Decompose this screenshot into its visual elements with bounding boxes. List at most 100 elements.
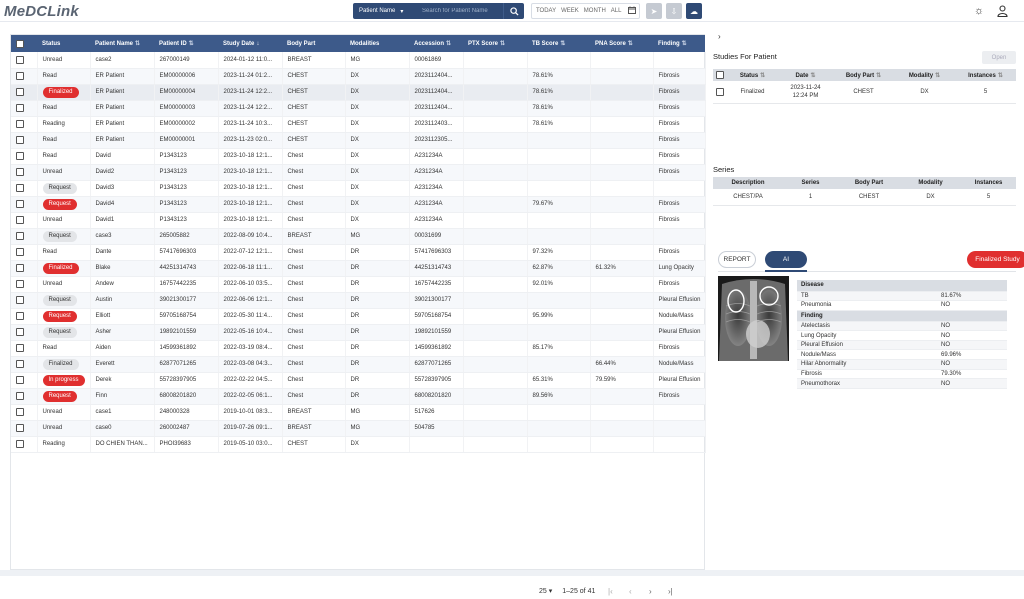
table-row[interactable]: Unread case2 267000149 2024-01-12 11:0... BR… [11,52,706,69]
column-header[interactable]: Patient ID ⇅ [154,35,218,52]
download-button[interactable]: ⇩ [666,3,682,19]
table-row[interactable]: Finalized ER Patient EM00000004 2023-11-24 … [11,84,706,101]
row-checkbox[interactable] [16,216,24,224]
row-checkbox[interactable] [16,328,24,336]
table-row[interactable]: Unread case0 260002487 2019-07-26 09:1... BR… [11,420,706,437]
finalized-study-button[interactable]: Finalized Study [967,251,1024,268]
date-filter-all[interactable]: ALL [611,8,622,14]
row-select-cell [11,308,38,325]
row-checkbox[interactable] [716,87,724,96]
row-checkbox[interactable] [16,360,24,368]
table-row[interactable]: Unread Andew 16757442235 2022-06-10 03:5...… [11,276,706,293]
row-checkbox[interactable] [16,55,24,64]
send-button[interactable]: ➤ [646,3,662,19]
select-all-checkbox[interactable] [716,71,724,79]
column-header[interactable]: Status [37,35,90,52]
table-row[interactable]: Request Austin 39021300177 2022-06-06 12:1.… [11,292,706,309]
row-checkbox[interactable] [16,264,24,272]
calendar-icon[interactable] [628,6,637,16]
row-checkbox[interactable] [16,424,24,432]
table-row[interactable]: Read Aiden 14599361892 2022-03-19 08:4... Ch… [11,340,706,357]
open-study-button[interactable]: Open [982,51,1016,64]
row-checkbox[interactable] [16,296,24,304]
row-checkbox[interactable] [16,184,24,192]
select-all-header[interactable] [713,69,727,81]
collapse-panel-icon[interactable]: › [718,32,721,41]
select-all-header[interactable] [11,35,37,52]
column-header[interactable]: Modality ⇅ [894,69,955,81]
row-checkbox[interactable] [16,440,24,448]
row-checkbox[interactable] [16,408,24,416]
row-checkbox[interactable] [16,104,24,112]
row-checkbox[interactable] [16,152,24,160]
row-checkbox[interactable] [16,392,24,400]
row-checkbox[interactable] [16,280,24,288]
date-filter-today[interactable]: TODAY [536,8,556,14]
table-row[interactable]: Read David P1343123 2023-10-18 12:1... Chest… [11,148,706,165]
table-row[interactable]: Unread David1 P1343123 2023-10-18 12:1... Ch… [11,212,706,229]
table-row[interactable]: Unread David2 P1343123 2023-10-18 12:1... Ch… [11,164,706,181]
table-row[interactable]: Request David4 P1343123 2023-10-18 12:1... C… [11,196,706,213]
table-row[interactable]: Finalized Blake 44251314743 2022-06-18 11:1… [11,260,706,277]
table-row[interactable]: Unread case1 248000328 2019-10-01 08:3... BR… [11,404,706,421]
date-filter-month[interactable]: MONTH [584,8,606,14]
table-row[interactable]: Read ER Patient EM00000001 2023-11-23 02:0.… [11,132,706,149]
tab-ai[interactable]: AI [765,251,807,268]
row-checkbox[interactable] [16,88,24,96]
search-type-dropdown[interactable]: Patient Name ▾ [353,3,415,19]
table-row[interactable]: Read ER Patient EM00000003 2023-11-24 12:2.… [11,100,706,117]
row-checkbox[interactable] [16,248,24,256]
table-row[interactable]: Request Finn 68008201820 2022-02-05 06:1...… [11,388,706,405]
tab-report[interactable]: REPORT [718,251,756,268]
prev-page-icon[interactable]: ‹ [625,587,635,596]
column-header[interactable]: Finding ⇅ [653,35,705,52]
row-checkbox[interactable] [16,344,24,352]
row-select-cell[interactable] [713,81,727,104]
search-button[interactable] [503,3,524,19]
theme-toggle-icon[interactable]: ☼ [972,4,986,18]
row-checkbox[interactable] [16,72,24,80]
row-checkbox[interactable] [16,168,24,176]
row-checkbox[interactable] [16,232,24,240]
user-account-icon[interactable] [995,4,1009,18]
column-header[interactable]: PTX Score ⇅ [463,35,527,52]
next-page-icon[interactable]: › [645,587,655,596]
row-checkbox[interactable] [16,120,24,128]
column-header[interactable]: Accession ⇅ [409,35,463,52]
column-header[interactable]: Date ⇅ [778,69,833,81]
last-page-icon[interactable]: ›| [665,587,675,596]
table-row[interactable]: CHEST/PA 1 CHEST DX 5 [713,189,1016,206]
table-row[interactable]: Finalized Everett 62877071265 2022-03-08 04… [11,356,706,373]
table-row[interactable]: Request Asher 19892101559 2022-05-16 10:4..… [11,324,706,341]
chest-xray-thumbnail[interactable] [718,276,789,361]
column-header[interactable]: Body Part ⇅ [833,69,894,81]
cloud-upload-button[interactable]: ☁ [686,3,702,19]
table-row[interactable]: Read Dante 57417696303 2022-07-12 12:1... Ch… [11,244,706,261]
column-header[interactable]: TB Score ⇅ [527,35,590,52]
column-header[interactable]: Patient Name ⇅ [90,35,154,52]
column-header[interactable]: Modalities [345,35,409,52]
column-header[interactable]: Status ⇅ [727,69,778,81]
patient-name-cell: David2 [90,164,155,181]
column-header[interactable]: Study Date ↓ [218,35,282,52]
table-row[interactable]: In progress Derek 55728397905 2022-02-22 04… [11,372,706,389]
table-row[interactable]: Request Elliott 59705168754 2022-05-30 11:4… [11,308,706,325]
rows-per-page-select[interactable]: 25 ▾ [539,587,552,595]
table-row[interactable]: Request David3 P1343123 2023-10-18 12:1... C… [11,180,706,197]
table-row[interactable]: Reading ER Patient EM00000002 2023-11-24 10… [11,116,706,133]
row-checkbox[interactable] [16,376,24,384]
column-header[interactable]: Instances ⇅ [955,69,1016,81]
row-checkbox[interactable] [16,312,24,320]
search-input[interactable] [415,3,503,19]
select-all-checkbox[interactable] [16,39,24,48]
row-checkbox[interactable] [16,136,24,144]
column-header[interactable]: Body Part [282,35,345,52]
first-page-icon[interactable]: |‹ [605,587,615,596]
table-row[interactable]: Reading DO CHIEN THAN... PHOI39683 2019-05-… [11,436,706,453]
table-row[interactable]: Request case3 265005882 2022-08-09 10:4... B… [11,228,706,245]
row-checkbox[interactable] [16,200,24,208]
table-row[interactable]: Read ER Patient EM00000006 2023-11-24 01:2.… [11,68,706,85]
column-header[interactable]: PNA Score ⇅ [590,35,653,52]
table-row[interactable]: Finalized 2023-11-24 12:24 PM CHEST DX 5 [713,81,1016,104]
date-filter-week[interactable]: WEEK [561,8,579,14]
